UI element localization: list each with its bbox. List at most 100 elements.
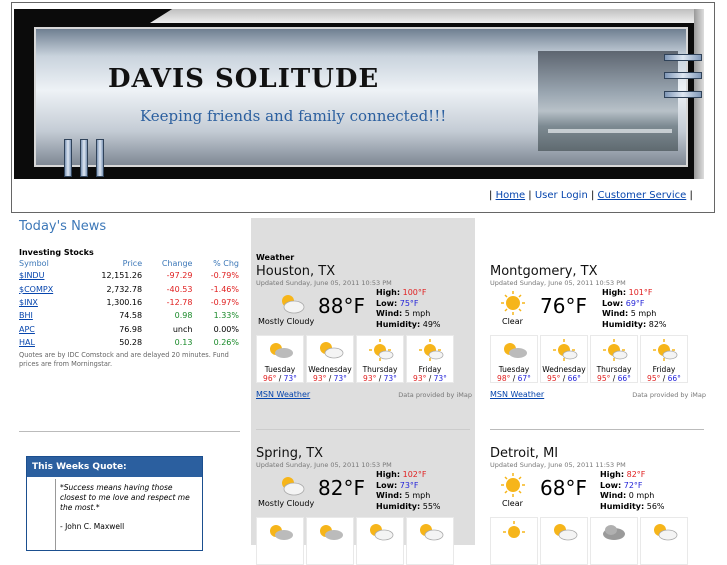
stock-symbol-link[interactable]: $INX bbox=[19, 298, 38, 307]
msn-weather-link[interactable]: MSN Weather bbox=[256, 390, 310, 399]
msn-weather-link[interactable]: MSN Weather bbox=[490, 390, 544, 399]
current-temperature: 88°F bbox=[318, 294, 365, 318]
weather-details: High: 101°F Low: 69°F Wind: 5 mph Humidi… bbox=[602, 288, 667, 330]
news-heading: Today's News bbox=[19, 219, 107, 234]
sunny-icon bbox=[419, 339, 444, 361]
forecast-day-name: Friday bbox=[652, 365, 676, 374]
left-column: Today's News Investing Stocks Symbol Pri… bbox=[19, 219, 241, 368]
stock-pct-change: 0.26% bbox=[213, 338, 239, 348]
current-conditions: Clear 76°F High: 101°F Low: 69°F Wind: 5… bbox=[490, 287, 712, 333]
stock-symbol-link[interactable]: BHI bbox=[19, 311, 33, 320]
wind-speed: 5 mph bbox=[404, 491, 431, 500]
humidity-value: 56% bbox=[646, 501, 665, 511]
forecast-low: 73° bbox=[283, 374, 297, 383]
wind-speed: 0 mph bbox=[628, 491, 655, 500]
wind-label: Wind: bbox=[600, 491, 627, 500]
banner-bar bbox=[664, 54, 702, 61]
weather-card: Spring, TX Updated Sunday, June 05, 2011… bbox=[256, 446, 478, 565]
forecast-day-name: Thursday bbox=[596, 365, 632, 374]
banner-ribbon bbox=[150, 9, 704, 23]
humidity-label: Humidity: bbox=[600, 501, 645, 511]
forecast-high: 93° bbox=[413, 374, 427, 383]
high-label: High: bbox=[376, 288, 401, 297]
nav-separator: | bbox=[590, 190, 595, 201]
humidity-value: 55% bbox=[422, 501, 441, 511]
weather-details: High: 100°F Low: 75°F Wind: 5 mph Humidi… bbox=[376, 288, 441, 330]
weather-footer: MSN Weather Data provided by iMap bbox=[256, 390, 478, 399]
high-temp: 82°F bbox=[626, 470, 646, 479]
stock-symbol-link[interactable]: APC bbox=[19, 325, 35, 334]
banner: DAVIS SOLITUDE Keeping friends and famil… bbox=[14, 9, 704, 179]
forecast-row: Tuesday 98° / 67° Wednesday 95° / 66° Th… bbox=[490, 335, 712, 383]
stock-change: -40.53 bbox=[166, 284, 193, 294]
forecast-day: Tuesday 96° / 73° bbox=[256, 335, 304, 383]
site-tagline: Keeping friends and family connected!!! bbox=[140, 107, 447, 125]
data-credit: Data provided by iMap bbox=[398, 391, 472, 399]
sunny-icon bbox=[503, 521, 525, 538]
stock-pct-change: -0.79% bbox=[210, 271, 239, 281]
partly-cloudy-icon bbox=[320, 342, 344, 359]
high-label: High: bbox=[376, 470, 401, 479]
partly-cloudy-icon bbox=[370, 524, 394, 541]
low-label: Low: bbox=[602, 298, 624, 308]
forecast-low: 73° bbox=[433, 374, 447, 383]
stock-price: 50.28 bbox=[119, 338, 143, 348]
banner-panel bbox=[34, 27, 688, 167]
cloudy-sun-icon bbox=[504, 343, 527, 358]
forecast-high: 95° bbox=[547, 374, 561, 383]
forecast-row bbox=[490, 517, 712, 565]
weather-details: High: 102°F Low: 73°F Wind: 5 mph Humidi… bbox=[376, 470, 441, 512]
high-label: High: bbox=[602, 288, 627, 297]
weather-footer: MSN Weather Data provided by iMap bbox=[490, 390, 712, 399]
high-temp: 101°F bbox=[628, 288, 653, 297]
quote-author: - John C. Maxwell bbox=[60, 522, 125, 532]
stock-price: 76.98 bbox=[119, 324, 143, 334]
forecast-day: Friday 95° / 66° bbox=[640, 335, 688, 383]
stock-symbol-link[interactable]: $COMPX bbox=[19, 285, 53, 294]
forecast-day bbox=[356, 517, 404, 565]
forecast-low: 73° bbox=[333, 374, 347, 383]
forecast-day-name: Tuesday bbox=[498, 365, 530, 374]
stock-symbol-link[interactable]: $INDU bbox=[19, 271, 44, 280]
user-login-link[interactable]: User Login bbox=[535, 190, 588, 201]
customer-service-link[interactable]: Customer Service bbox=[598, 190, 687, 201]
forecast-low: 73° bbox=[383, 374, 397, 383]
stock-change: 0.98 bbox=[174, 311, 193, 321]
sunny-icon bbox=[501, 291, 525, 315]
updated-time: Updated Sunday, June 05, 2011 10:53 PM bbox=[256, 461, 392, 469]
forecast-day: Friday 93° / 73° bbox=[406, 335, 454, 383]
forecast-day: Thursday 93° / 73° bbox=[356, 335, 404, 383]
price-header: Price bbox=[122, 259, 143, 268]
high-temp: 102°F bbox=[402, 470, 427, 479]
stock-symbol-link[interactable]: HAL bbox=[19, 338, 35, 347]
forecast-high: 93° bbox=[313, 374, 327, 383]
forecast-day-name: Wednesday bbox=[542, 365, 586, 374]
stocks-heading: Investing Stocks bbox=[19, 248, 94, 257]
current-conditions: Mostly Cloudy 88°F High: 100°F Low: 75°F… bbox=[256, 287, 478, 333]
stock-change: 0.13 bbox=[174, 338, 193, 348]
city-name: Houston, TX bbox=[256, 264, 336, 279]
forecast-day-name: Friday bbox=[418, 365, 442, 374]
current-conditions: Clear 68°F High: 82°F Low: 72°F Wind: 0 … bbox=[490, 469, 712, 515]
stock-price: 74.58 bbox=[119, 311, 143, 321]
forecast-day bbox=[590, 517, 638, 565]
current-temperature: 68°F bbox=[540, 476, 587, 500]
forecast-day-name: Thursday bbox=[362, 365, 398, 374]
home-link[interactable]: Home bbox=[496, 190, 526, 201]
stock-pct-change: 1.33% bbox=[213, 311, 239, 321]
weather-card: Detroit, MI Updated Sunday, June 05, 201… bbox=[490, 446, 712, 565]
forecast-high: 95° bbox=[597, 374, 611, 383]
humidity-value: 49% bbox=[422, 319, 441, 329]
table-row: $COMPX 2,732.78 -40.53 -1.46% bbox=[19, 282, 239, 295]
divider bbox=[19, 431, 240, 432]
humidity-label: Humidity: bbox=[376, 501, 421, 511]
stocks-disclaimer: Quotes are by IDC Comstock and are delay… bbox=[19, 351, 229, 368]
forecast-high: 95° bbox=[647, 374, 661, 383]
stock-change: -97.29 bbox=[166, 271, 193, 281]
cloudy-sun-icon bbox=[282, 477, 305, 496]
nav-separator: | bbox=[689, 190, 693, 201]
quote-body: *Success means having those closest to m… bbox=[55, 479, 202, 550]
stock-pct-change: -0.97% bbox=[210, 297, 239, 307]
low-temp: 69°F bbox=[625, 298, 645, 308]
forecast-high: 98° bbox=[497, 374, 511, 383]
